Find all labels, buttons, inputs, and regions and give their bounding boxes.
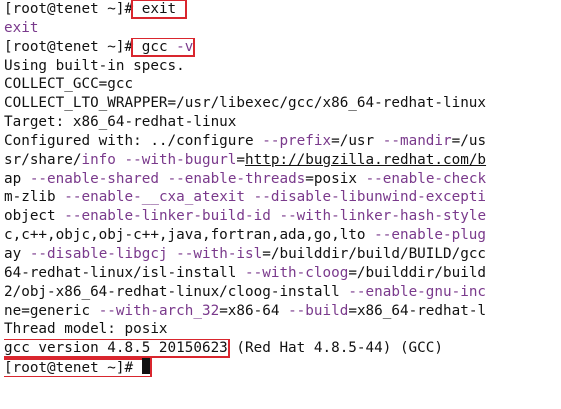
output-text: = xyxy=(236,151,246,168)
output-text: =/builddir/build xyxy=(348,264,487,281)
config-flag: --with-linker-hash-style xyxy=(279,208,487,225)
output-text: sr/share/ xyxy=(4,151,82,168)
command-text: exit xyxy=(141,1,177,17)
terminal-line-exit-command: [root@tenet ~]# exit xyxy=(4,0,561,19)
terminal-line-gcc-command: [root@tenet ~]# gcc -v xyxy=(4,37,561,57)
output-text: ay xyxy=(4,245,30,262)
prompt: [root@tenet ~]# xyxy=(4,38,134,55)
terminal-output-line: Target: x86_64-redhat-linux xyxy=(4,114,237,131)
terminal-output-line: Using built-in specs. xyxy=(4,57,185,74)
config-flag: --enable-plug xyxy=(374,227,487,244)
config-flag: --disable-libgcj xyxy=(29,245,168,262)
output-text: =x86-64 xyxy=(219,302,289,319)
output-text: c,c++,objc,obj-c++,java,fortran,ada,go,l… xyxy=(4,227,375,244)
terminal-output-line: ne=generic --with-arch_32=x86-64 --build… xyxy=(4,302,561,321)
output-text: m-zlib xyxy=(4,189,65,206)
terminal-line-prompt[interactable]: [root@tenet ~]# xyxy=(4,358,561,377)
config-flag: --enable-gnu-inc xyxy=(348,283,487,300)
terminal-output-line: c,c++,objc,obj-c++,java,fortran,ada,go,l… xyxy=(4,226,561,245)
terminal-output-line: 64-redhat-linux/isl-install --with-cloog… xyxy=(4,264,561,283)
prompt: [root@tenet ~]# xyxy=(4,1,134,17)
output-text: Configured with: ../configure xyxy=(4,132,263,149)
highlighted-prompt: [root@tenet ~]# xyxy=(4,358,152,377)
prompt: [root@tenet ~]# xyxy=(4,360,134,377)
config-flag: --mandir xyxy=(382,132,452,149)
terminal-output-line: COLLECT_LTO_WRAPPER=/usr/libexec/gcc/x86… xyxy=(4,95,487,112)
terminal-output-exit: exit xyxy=(4,19,39,36)
config-flag: info xyxy=(81,151,116,168)
output-text: =posix xyxy=(305,170,366,187)
output-text: 64-redhat-linux/isl-install xyxy=(4,264,246,281)
bugzilla-link[interactable]: http://bugzilla.redhat.com/b xyxy=(245,152,486,168)
output-text: (Red Hat 4.8.5-44) (GCC) xyxy=(227,340,443,357)
config-flag: --with-cloog xyxy=(245,264,349,281)
command-flag: -v xyxy=(176,38,194,55)
terminal-window[interactable]: [root@tenet ~]# exit exit [root@tenet ~]… xyxy=(0,0,561,409)
config-flag: --enable-threads xyxy=(167,170,306,187)
command-text: gcc xyxy=(141,38,168,55)
config-flag: --enable-shared xyxy=(29,170,159,187)
output-text: ne=generic xyxy=(4,302,99,319)
terminal-output-line: ay --disable-libgcj --with-isl=/builddir… xyxy=(4,245,561,264)
output-text: 2/obj-x86_64-redhat-linux/cloog-install xyxy=(4,283,349,300)
output-text: object xyxy=(4,208,65,225)
terminal-output-line: m-zlib --enable-__cxa_atexit --disable-l… xyxy=(4,188,561,207)
config-flag: --build xyxy=(288,302,349,319)
config-flag: --prefix xyxy=(262,132,332,149)
config-flag: --disable-libunwind-excepti xyxy=(253,189,487,206)
cursor-icon xyxy=(141,358,150,375)
output-text: ap xyxy=(4,170,30,187)
terminal-output-line: Thread model: posix xyxy=(4,321,168,338)
config-flag: --enable-check xyxy=(365,170,487,187)
output-text: =/us xyxy=(451,132,487,149)
highlighted-gcc-version: gcc version 4.8.5 20150623 xyxy=(4,339,230,359)
output-text: =/builddir/build/BUILD/gcc xyxy=(262,245,487,262)
output-text: =x86_64-redhat-l xyxy=(348,302,487,319)
terminal-output-gcc-version: gcc version 4.8.5 20150623 (Red Hat 4.8.… xyxy=(4,339,561,359)
terminal-output-line: sr/share/info --with-bugurl=http://bugzi… xyxy=(4,151,561,170)
config-flag: --with-arch_32 xyxy=(98,302,220,319)
highlighted-command-exit: exit xyxy=(131,0,187,19)
terminal-output-line: object --enable-linker-build-id --with-l… xyxy=(4,207,561,226)
terminal-output-line: 2/obj-x86_64-redhat-linux/cloog-install … xyxy=(4,283,561,302)
highlighted-command-gcc-v: gcc -v xyxy=(131,37,196,57)
terminal-output-line: ap --enable-shared --enable-threads=posi… xyxy=(4,170,561,189)
config-flag: --with-isl xyxy=(176,245,263,262)
config-flag: --enable-linker-build-id xyxy=(64,208,271,225)
config-flag: --enable-__cxa_atexit xyxy=(64,189,246,206)
terminal-output-line: Configured with: ../configure --prefix=/… xyxy=(4,132,561,151)
config-flag: --with-bugurl xyxy=(124,151,237,168)
output-text: =/usr xyxy=(331,132,383,149)
terminal-output-line: COLLECT_GCC=gcc xyxy=(4,76,134,93)
